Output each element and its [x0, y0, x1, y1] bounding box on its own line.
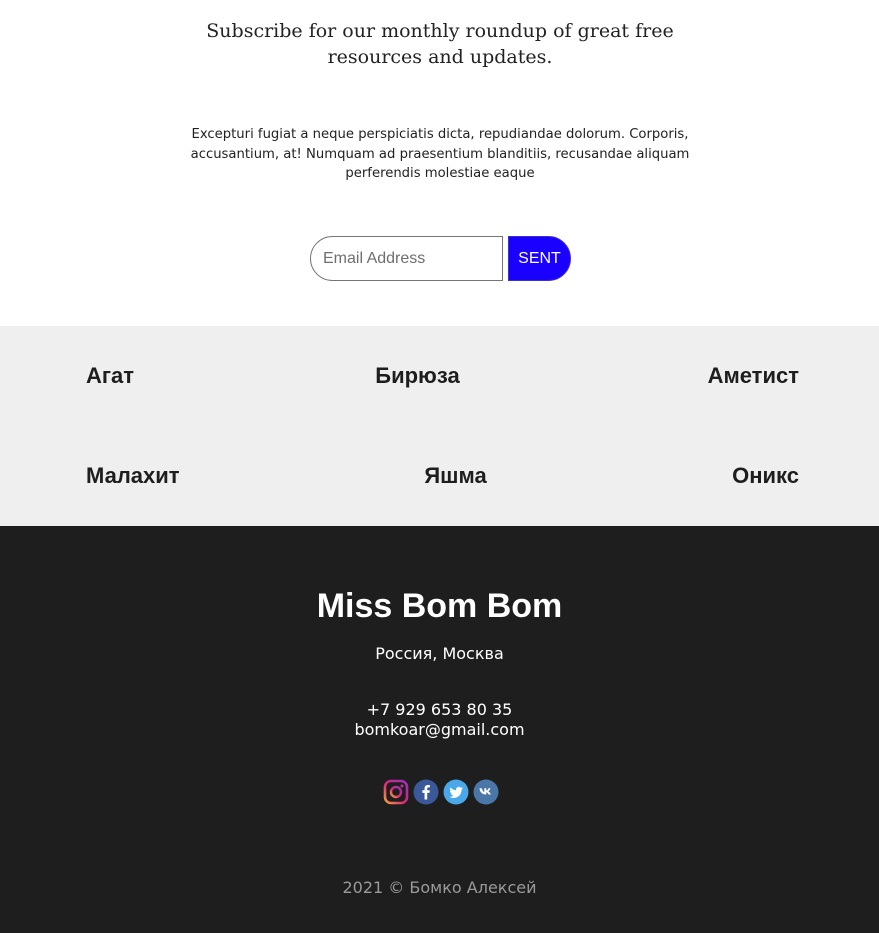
- category-link-oniks[interactable]: Оникс: [732, 463, 799, 489]
- footer-city: Россия, Москва: [375, 644, 504, 663]
- footer: Miss Bom Bom Россия, Москва +7 929 653 8…: [0, 526, 879, 933]
- footer-phone-link[interactable]: +7 929 653 80 35: [0, 700, 879, 720]
- category-link-ametist[interactable]: Аметист: [708, 363, 799, 389]
- footer-copyright: 2021 © Бомко Алексей: [342, 878, 537, 897]
- email-input[interactable]: [310, 236, 503, 281]
- subscribe-description: Excepturi fugiat a neque perspiciatis di…: [190, 127, 690, 181]
- sent-button[interactable]: SENT: [508, 236, 571, 281]
- footer-brand: Miss Bom Bom: [316, 587, 563, 625]
- vk-icon[interactable]: [473, 779, 499, 805]
- categories-section: Агат Бирюза Аметист Малахит Яшма Оникс: [0, 326, 879, 526]
- instagram-icon[interactable]: [383, 779, 409, 805]
- social-links: [383, 779, 503, 805]
- subscribe-title: Subscribe for our monthly roundup of gre…: [206, 20, 674, 68]
- twitter-icon[interactable]: [443, 779, 469, 805]
- subscribe-section: Subscribe for our monthly roundup of gre…: [0, 0, 879, 326]
- facebook-icon[interactable]: [413, 779, 439, 805]
- footer-email-link[interactable]: bomkoar@gmail.com: [0, 720, 879, 740]
